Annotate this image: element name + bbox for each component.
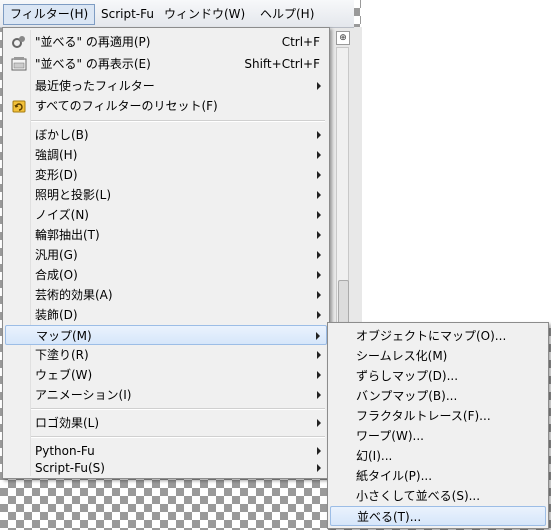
reapply-icon [11, 34, 27, 50]
menu-item-reset-all-filters[interactable]: すべてのフィルターのリセット(F) [5, 96, 327, 116]
menu-item-decor[interactable]: 装飾(D) [5, 305, 327, 325]
menu-item-web[interactable]: ウェブ(W) [5, 365, 327, 385]
submenu-item-tile[interactable]: 並べる(T)... [330, 506, 546, 526]
submenu-item-tile-seamless[interactable]: シームレス化(M) [330, 346, 546, 366]
filters-menu: "並べる" の再適用(P) Ctrl+F "並べる" の再表示(E) Shift… [2, 27, 330, 479]
menu-item-generic[interactable]: 汎用(G) [5, 245, 327, 265]
submenu-arrow-icon [317, 291, 321, 299]
menu-item-map[interactable]: マップ(M) [5, 325, 327, 345]
menu-item-blur[interactable]: ぼかし(B) [5, 125, 327, 145]
menu-item-logo[interactable]: ロゴ効果(L) [5, 413, 327, 433]
menu-item-light-shadow[interactable]: 照明と投影(L) [5, 185, 327, 205]
menu-item-script-fu[interactable]: Script-Fu(S) [5, 458, 327, 478]
menu-separator [31, 120, 325, 122]
submenu-arrow-icon [317, 82, 321, 90]
menu-item-render[interactable]: 下塗り(R) [5, 345, 327, 365]
submenu-item-displace[interactable]: ずらしマップ(D)... [330, 366, 546, 386]
submenu-item-paper-tile[interactable]: 紙タイル(P)... [330, 466, 546, 486]
submenu-item-warp[interactable]: ワープ(W)... [330, 426, 546, 446]
submenu-arrow-icon [317, 191, 321, 199]
reset-icon [11, 98, 27, 114]
menu-script-fu[interactable]: Script-Fu [95, 5, 160, 24]
menubar: フィルター(H) Script-Fu ウィンドウ(W) ヘルプ(H) [0, 0, 354, 28]
menu-item-edge-detect[interactable]: 輪郭抽出(T) [5, 225, 327, 245]
submenu-arrow-icon [317, 231, 321, 239]
submenu-item-fractal-trace[interactable]: フラクタルトレース(F)... [330, 406, 546, 426]
submenu-item-illusion[interactable]: 幻(I)... [330, 446, 546, 466]
menu-item-distorts[interactable]: 変形(D) [5, 165, 327, 185]
menu-separator [31, 436, 325, 438]
menu-item-recent-filters[interactable]: 最近使ったフィルター [5, 76, 327, 96]
menu-item-animation[interactable]: アニメーション(I) [5, 385, 327, 405]
menu-item-enhance[interactable]: 強調(H) [5, 145, 327, 165]
submenu-arrow-icon [317, 211, 321, 219]
submenu-item-map-object[interactable]: オブジェクトにマップ(O)... [330, 326, 546, 346]
menu-item-artistic[interactable]: 芸術的効果(A) [5, 285, 327, 305]
menu-filters[interactable]: フィルター(H) [3, 4, 96, 25]
submenu-arrow-icon [317, 271, 321, 279]
menu-item-noise[interactable]: ノイズ(N) [5, 205, 327, 225]
submenu-arrow-icon [317, 151, 321, 159]
submenu-arrow-icon [316, 332, 320, 340]
submenu-item-bump-map[interactable]: バンプマップ(B)... [330, 386, 546, 406]
submenu-arrow-icon [317, 131, 321, 139]
submenu-arrow-icon [317, 371, 321, 379]
submenu-arrow-icon [317, 447, 321, 455]
submenu-item-small-tiles[interactable]: 小さくして並べる(S)... [330, 486, 546, 506]
menu-help[interactable]: ヘルプ(H) [254, 5, 320, 24]
submenu-arrow-icon [317, 464, 321, 472]
menu-item-combine[interactable]: 合成(O) [5, 265, 327, 285]
submenu-arrow-icon [317, 391, 321, 399]
canvas-background [361, 0, 551, 322]
map-submenu: オブジェクトにマップ(O)... シームレス化(M) ずらしマップ(D)... … [327, 322, 549, 529]
menu-separator [31, 408, 325, 410]
menu-item-reshow[interactable]: "並べる" の再表示(E) Shift+Ctrl+F [5, 54, 327, 74]
submenu-arrow-icon [317, 419, 321, 427]
submenu-arrow-icon [317, 311, 321, 319]
submenu-arrow-icon [317, 251, 321, 259]
submenu-arrow-icon [317, 351, 321, 359]
reshow-icon [11, 56, 27, 72]
submenu-arrow-icon [317, 171, 321, 179]
menu-window[interactable]: ウィンドウ(W) [158, 5, 251, 24]
navigation-icon[interactable]: ⊕ [336, 31, 350, 45]
menu-item-reapply[interactable]: "並べる" の再適用(P) Ctrl+F [5, 32, 327, 52]
